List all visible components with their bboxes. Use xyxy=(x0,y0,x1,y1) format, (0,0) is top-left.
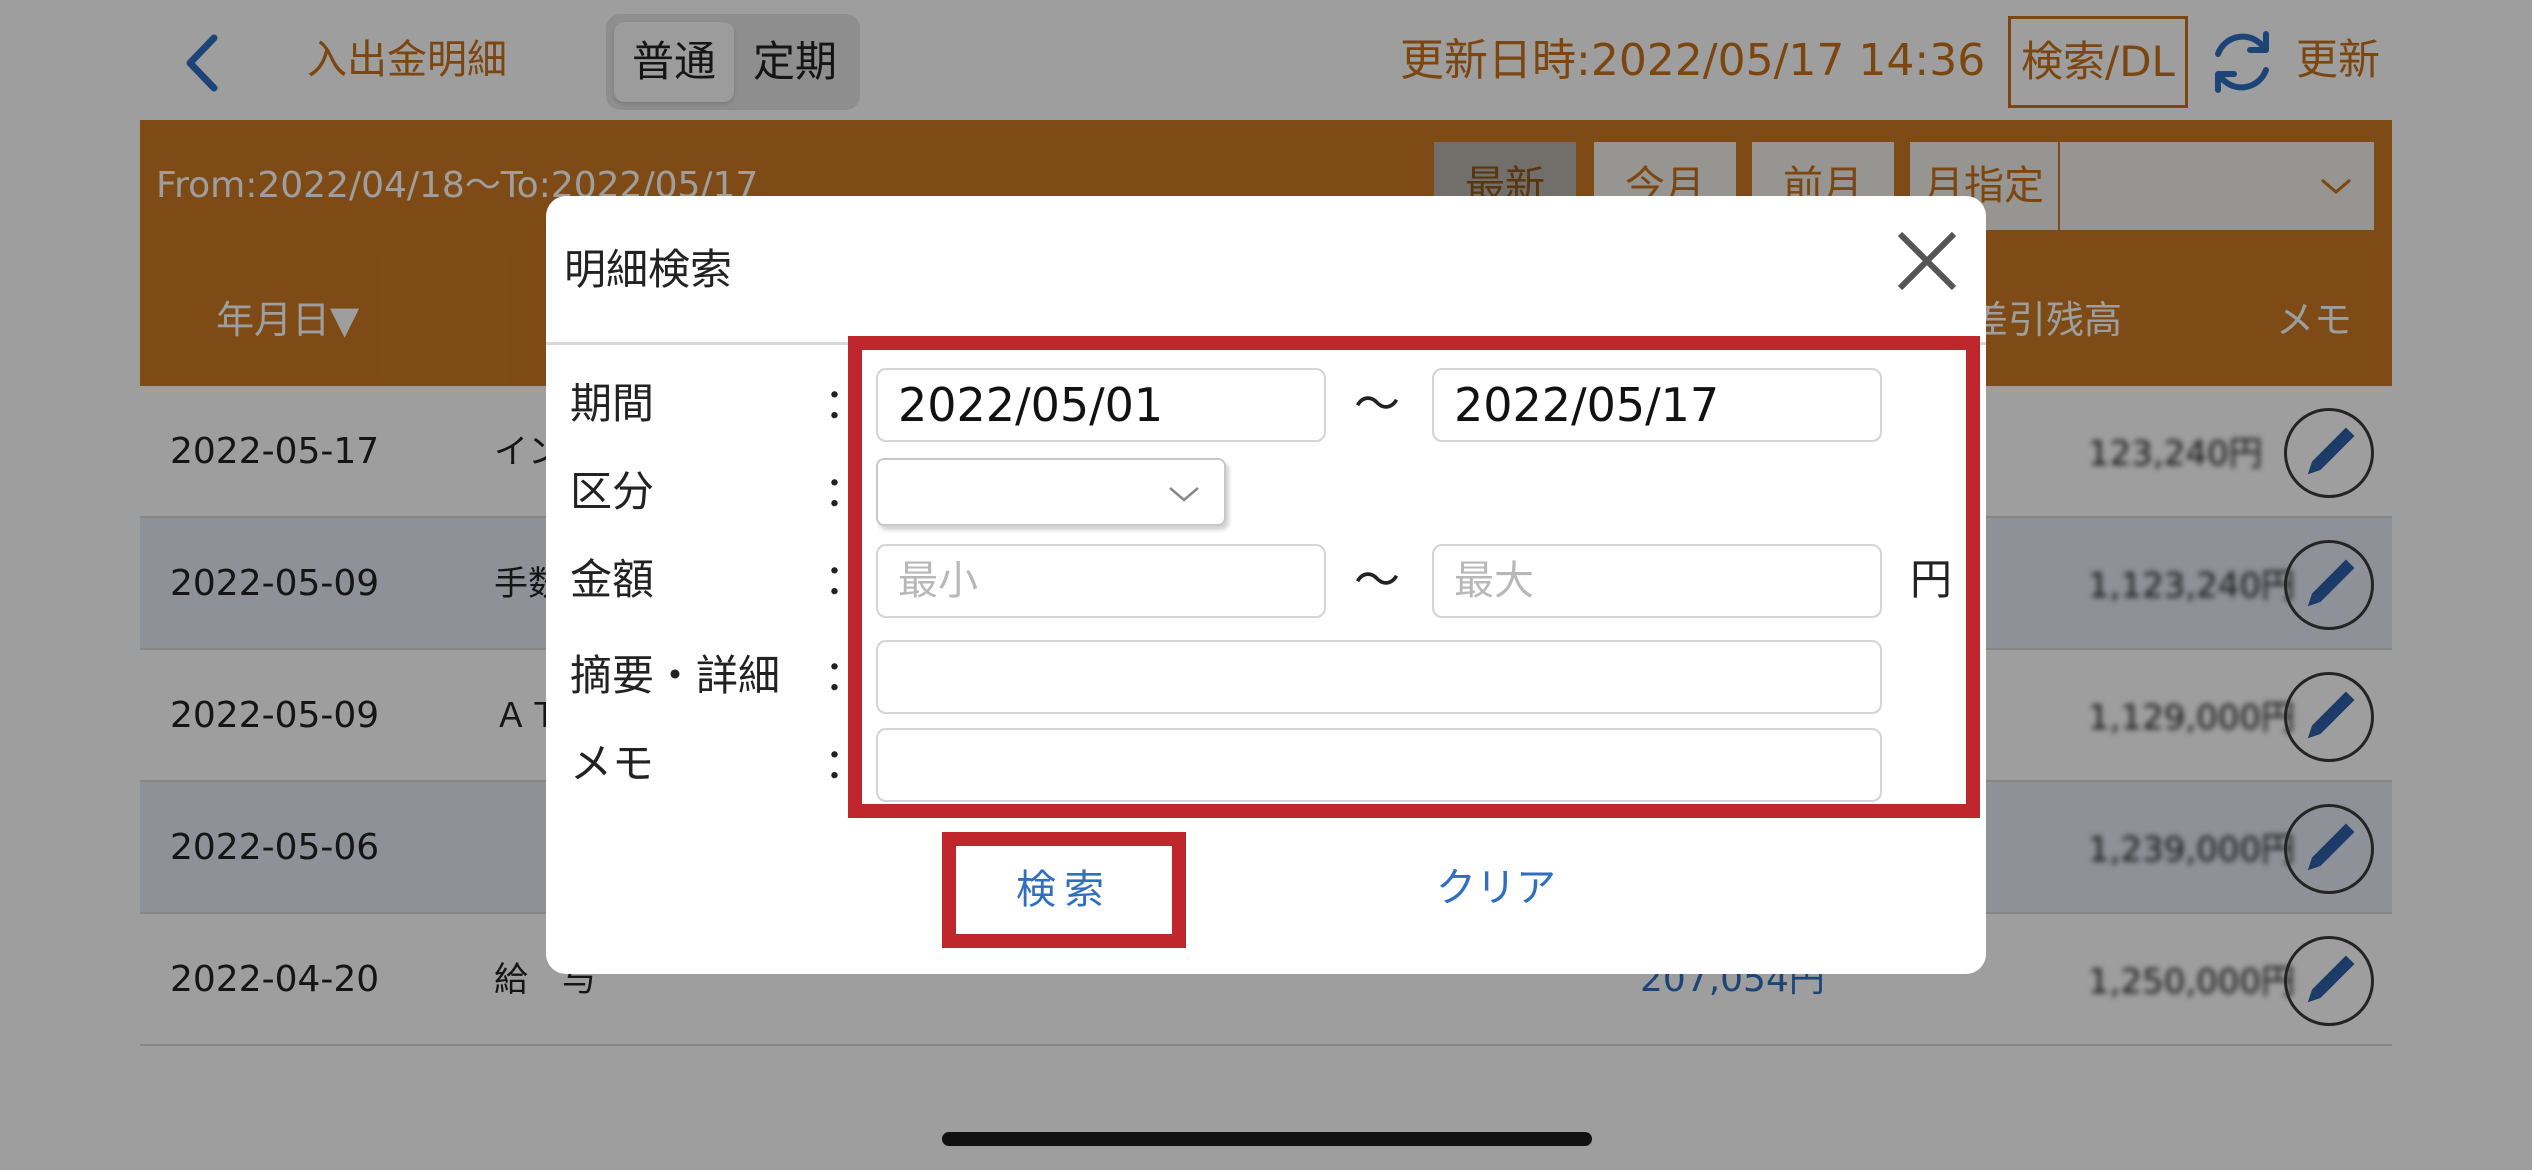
category-label: 区分 xyxy=(570,467,655,516)
modal-title: 明細検索 xyxy=(564,245,733,294)
clear-button[interactable]: クリア xyxy=(1346,848,1646,928)
summary-label: 摘要・詳細 xyxy=(570,651,781,700)
search-modal: 明細検索 期間 ： 2022/05/01 〜 2022/05/17 区分 ： 金… xyxy=(546,196,1986,974)
search-button[interactable]: 検索 xyxy=(956,846,1172,934)
memo-label: メモ xyxy=(570,739,655,788)
period-label: 期間 xyxy=(570,379,655,428)
home-indicator xyxy=(942,1132,1592,1146)
close-icon[interactable] xyxy=(1892,226,1962,296)
highlight-box-fields xyxy=(848,336,1980,818)
amount-label: 金額 xyxy=(570,555,655,604)
